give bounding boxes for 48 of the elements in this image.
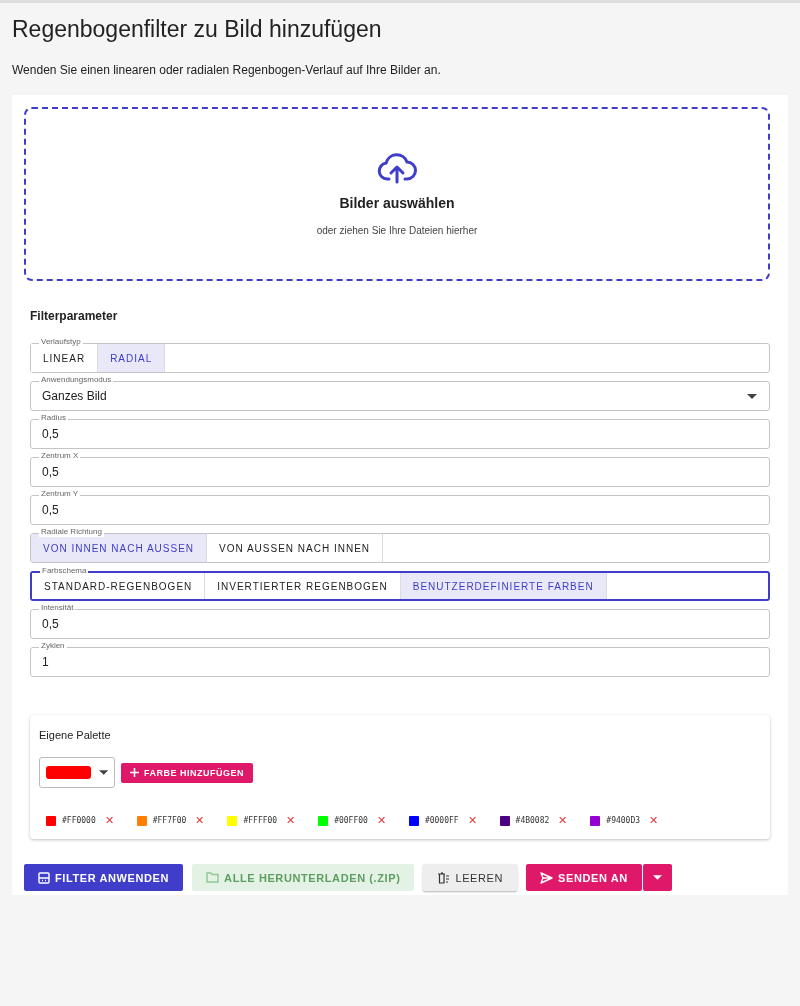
caret-icon [652, 875, 662, 880]
toggle-option[interactable]: BENUTZERDEFINIERTE FARBEN [400, 573, 607, 599]
color-code: #9400D3 [606, 816, 641, 825]
dropzone-hint: oder ziehen Sie Ihre Dateien hierher [316, 224, 478, 236]
field-label: Intensität [39, 603, 76, 613]
color-code: #FF0000 [62, 816, 96, 825]
remove-button[interactable]: ✕ [555, 814, 568, 827]
field-label: Radius [39, 413, 68, 423]
palette-title: Eigene Palette [39, 729, 111, 741]
add-color-button[interactable]: FARBE HINZUFÜGEN [121, 762, 253, 783]
remove-button[interactable]: ✕ [464, 814, 477, 827]
folder-icon [206, 872, 220, 883]
section-title: Filterparameter [30, 309, 118, 323]
remove-button[interactable]: ✕ [283, 814, 296, 827]
caret-icon [747, 393, 757, 399]
remove-button[interactable]: ✕ [192, 814, 205, 827]
page-subtitle: Wenden Sie einen linearen oder radialen Regenbogen-Verlauf auf Ihre Bilder an. [12, 63, 441, 77]
page-title: Regenbogenfilter zu Bild hinzufügen [12, 15, 382, 43]
dropdown-button[interactable] [642, 864, 672, 891]
send-button[interactable]: SENDEN AN [526, 864, 642, 891]
trash-icon [437, 871, 451, 884]
remove-button[interactable]: ✕ [101, 814, 114, 827]
clear-button[interactable]: LEEREN [423, 864, 518, 891]
caret-icon [98, 770, 108, 775]
remove-button[interactable]: ✕ [373, 814, 386, 827]
toggle-option[interactable]: STANDARD-REGENBOGEN [32, 573, 206, 599]
color-code: #FFFF00 [243, 816, 278, 825]
color-code: #00FF00 [334, 816, 368, 825]
field-label: Anwendungsmodus [39, 375, 114, 385]
send-icon [540, 871, 554, 884]
apply-filter-button[interactable]: FILTER ANWENDEN [24, 864, 184, 891]
field-label: Zentrum X [39, 451, 81, 461]
color-code: #0000FF [424, 816, 459, 825]
remove-button[interactable]: ✕ [646, 814, 659, 827]
color-picker[interactable] [39, 757, 115, 788]
color-code: #4B0082 [515, 816, 550, 825]
field-label: Zentrum Y [39, 489, 81, 499]
filter-icon [38, 871, 50, 884]
plus-icon [130, 768, 139, 777]
field-label: Radiale Richtung [39, 527, 104, 537]
field-label: Verlaufstyp [39, 337, 83, 347]
field-label: Zyklen [39, 641, 67, 651]
cloud-upload-icon [377, 152, 417, 185]
color-code: #FF7F00 [152, 816, 187, 825]
toggle-option[interactable]: RADIAL [98, 344, 166, 372]
dropzone-title: Bilder auswählen [339, 194, 455, 211]
field-label: Farbschema [40, 566, 89, 576]
dropzone[interactable]: Bilder auswählen oder ziehen Sie Ihre Dateien hierher [24, 107, 770, 281]
